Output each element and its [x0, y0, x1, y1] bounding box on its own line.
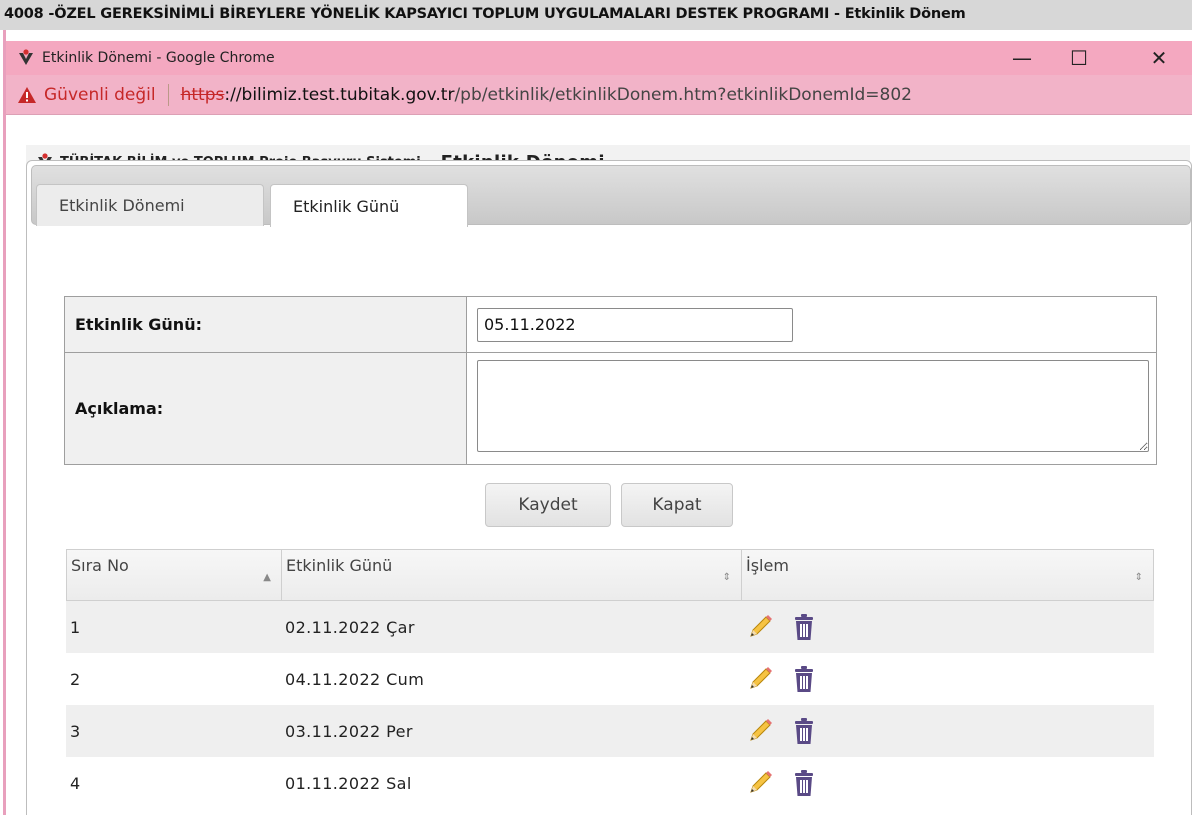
warning-icon[interactable] [16, 84, 38, 106]
tubitak-logo-icon [12, 41, 40, 75]
column-header-etkinlik-gunu[interactable]: Etkinlik Günü ⇕ [281, 549, 741, 601]
close-window-button[interactable]: ✕ [1136, 41, 1182, 75]
cell-row-number: 4 [70, 773, 81, 793]
trash-icon[interactable] [789, 715, 819, 747]
window-title: Etkinlik Dönemi - Google Chrome [42, 50, 275, 66]
pencil-icon[interactable] [745, 611, 775, 643]
cell-row-number: 1 [70, 617, 81, 637]
close-button[interactable]: Kapat [621, 483, 733, 527]
cell-actions [741, 663, 1154, 695]
url-text[interactable]: https://bilimiz.test.tubitak.gov.tr/pb/e… [181, 85, 912, 105]
maximize-button[interactable]: ☐ [1056, 41, 1102, 75]
content-panel: Etkinlik Dönemi Etkinlik Günü Etkinlik G… [26, 160, 1192, 815]
activity-days-table: Sıra No ▲ Etkinlik Günü ⇕ İşlem ⇕ 1 02.1… [66, 549, 1154, 809]
column-header-sira-no[interactable]: Sıra No ▲ [66, 549, 281, 601]
sort-asc-icon: ▲ [263, 572, 271, 583]
cell-actions [741, 767, 1154, 799]
cell-activity-day: 03.11.2022 Per [285, 721, 413, 741]
trash-icon[interactable] [789, 611, 819, 643]
minimize-button[interactable]: — [999, 41, 1045, 75]
address-bar[interactable]: Güvenli değil https://bilimiz.test.tubit… [6, 75, 1192, 115]
column-header-label: Etkinlik Günü [286, 556, 393, 575]
table-body: 1 02.11.2022 Çar 2 04.11.2022 Cum 3 03.1… [66, 601, 1154, 809]
cell-activity-day: 02.11.2022 Çar [285, 617, 415, 637]
table-row: 2 04.11.2022 Cum [66, 653, 1154, 705]
pencil-icon[interactable] [745, 715, 775, 747]
sort-both-icon: ⇕ [1134, 572, 1143, 583]
description-input[interactable] [477, 360, 1149, 452]
table-row: 1 02.11.2022 Çar [66, 601, 1154, 653]
chrome-title-bar[interactable]: Etkinlik Dönemi - Google Chrome — ☐ ✕ [6, 41, 1192, 75]
cell-actions [741, 715, 1154, 747]
tab-bar: Etkinlik Dönemi Etkinlik Günü [31, 165, 1191, 227]
date-label: Etkinlik Günü: [64, 296, 467, 353]
cell-activity-day: 01.11.2022 Sal [285, 773, 412, 793]
url-path: /pb/etkinlik/etkinlikDonem.htm?etkinlikD… [454, 84, 912, 105]
column-header-islem[interactable]: İşlem ⇕ [741, 549, 1154, 601]
parent-window-title: 4008 -ÖZEL GEREKSİNİMLİ BİREYLERE YÖNELİ… [0, 0, 1192, 30]
description-cell [466, 352, 1157, 465]
table-header: Sıra No ▲ Etkinlik Günü ⇕ İşlem ⇕ [66, 549, 1154, 601]
trash-icon[interactable] [789, 663, 819, 695]
sort-both-icon: ⇕ [722, 572, 731, 583]
date-cell [466, 296, 1157, 353]
column-header-label: Sıra No [71, 556, 129, 575]
security-label[interactable]: Güvenli değil [44, 85, 156, 105]
table-row: 3 03.11.2022 Per [66, 705, 1154, 757]
cell-row-number: 3 [70, 721, 81, 741]
column-header-label: İşlem [746, 556, 789, 575]
pencil-icon[interactable] [745, 663, 775, 695]
table-row: 4 01.11.2022 Sal [66, 757, 1154, 809]
description-label: Açıklama: [64, 352, 467, 465]
tab-etkinlik-donemi[interactable]: Etkinlik Dönemi [36, 184, 264, 226]
cell-actions [741, 611, 1154, 643]
url-scheme: https [180, 84, 225, 105]
trash-icon[interactable] [789, 767, 819, 799]
activity-day-form: Etkinlik Günü: Açıklama: [64, 296, 1157, 465]
date-input[interactable] [477, 307, 793, 342]
pencil-icon[interactable] [745, 767, 775, 799]
address-divider [167, 83, 169, 106]
cell-activity-day: 04.11.2022 Cum [285, 669, 425, 689]
tab-etkinlik-gunu[interactable]: Etkinlik Günü [270, 184, 468, 227]
save-button[interactable]: Kaydet [485, 483, 611, 527]
cell-row-number: 2 [70, 669, 81, 689]
window-top-gap [6, 30, 1192, 41]
url-host: ://bilimiz.test.tubitak.gov.tr [224, 84, 455, 105]
